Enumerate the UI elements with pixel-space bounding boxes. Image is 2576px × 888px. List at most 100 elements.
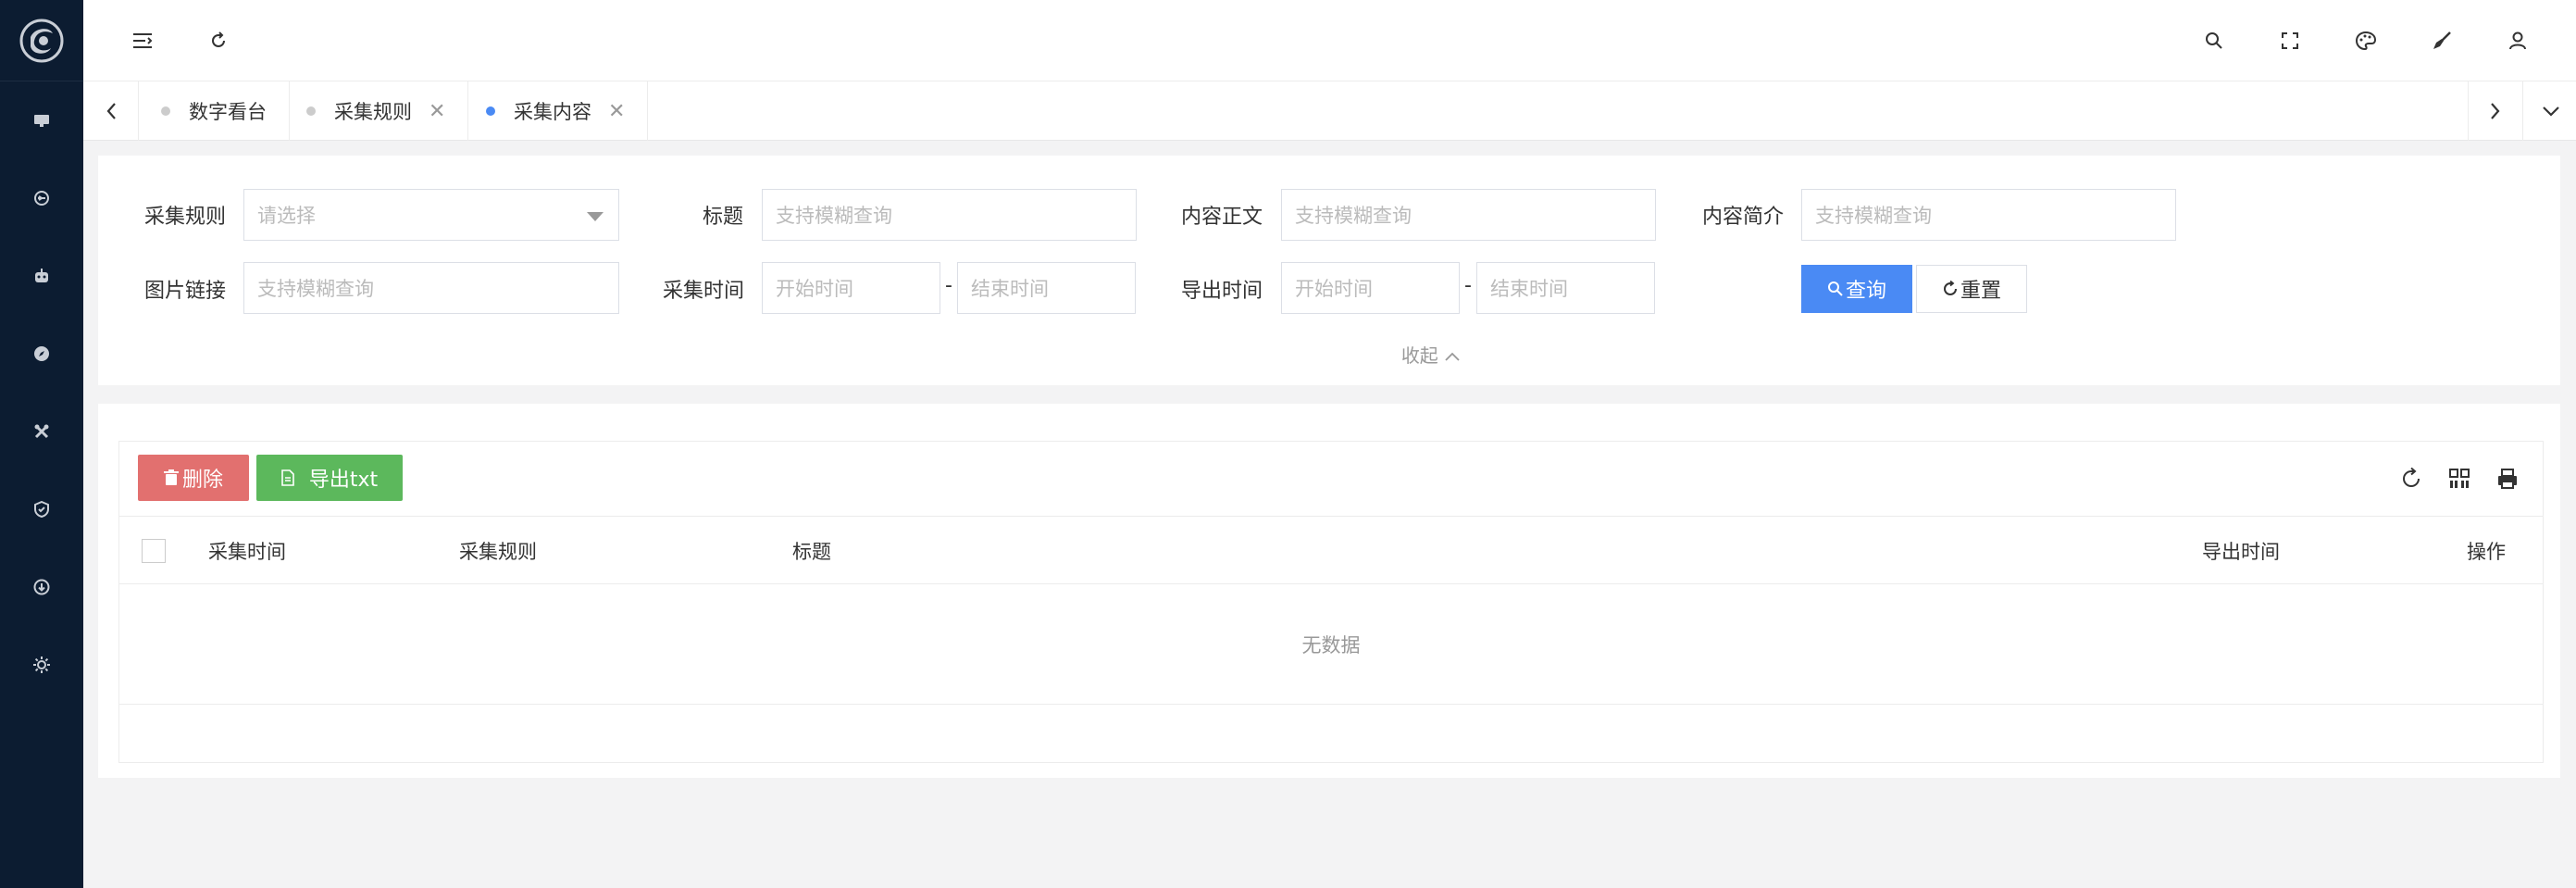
tab-collect-rules[interactable]: 采集规则 ✕: [284, 81, 469, 141]
export-txt-button[interactable]: 导出txt: [256, 455, 403, 501]
tab-status-dot: [486, 106, 495, 116]
sidebar-item-download[interactable]: [0, 569, 83, 606]
search-icon: [2206, 32, 2222, 49]
export-button-label: 导出txt: [308, 469, 379, 492]
column-header-title[interactable]: 标题: [792, 537, 831, 565]
export-end-placeholder: 结束时间: [1490, 278, 1568, 300]
caret-down-icon: [587, 212, 604, 221]
search-button[interactable]: [2196, 22, 2233, 59]
image-input-placeholder: 支持模糊查询: [257, 278, 374, 300]
collect-end-input[interactable]: 结束时间: [957, 262, 1136, 314]
query-button[interactable]: 查询: [1801, 265, 1912, 313]
sidebar-item-robot[interactable]: [0, 257, 83, 294]
tab-status-dot: [161, 106, 170, 116]
body-label: 内容正文: [1181, 206, 1263, 229]
compass-icon: [34, 346, 49, 361]
collect-icon: [34, 191, 49, 206]
columns-grid-icon: [2449, 469, 2470, 488]
image-label: 图片链接: [144, 280, 227, 303]
column-header-rule[interactable]: 采集规则: [459, 537, 537, 565]
sidebar-item-compass[interactable]: [0, 335, 83, 372]
tabs-bar: 数字看台 采集规则 ✕ 采集内容 ✕: [83, 81, 2576, 141]
print-button[interactable]: [2489, 460, 2526, 497]
close-icon[interactable]: ✕: [608, 100, 625, 123]
table-panel: 删除 导出txt 采集时间 采集规则 标题 导出时间 操作 无数据: [98, 404, 2560, 778]
gear-icon: [33, 657, 50, 673]
menu-toggle-button[interactable]: [124, 22, 161, 59]
robot-icon: [35, 269, 48, 282]
search-form-panel: 采集规则 请选择 标题 支持模糊查询 内容正文 支持模糊查询 内容简介 支持模糊…: [98, 156, 2560, 385]
table-refresh-button[interactable]: [2393, 460, 2430, 497]
column-settings-button[interactable]: [2441, 460, 2478, 497]
tools-icon: [34, 424, 49, 439]
logo-icon: [19, 19, 64, 62]
clear-cache-button[interactable]: [2423, 22, 2460, 59]
empty-state: 无数据: [119, 584, 2543, 705]
export-start-placeholder: 开始时间: [1295, 278, 1373, 300]
title-input[interactable]: 支持模糊查询: [762, 189, 1137, 241]
tab-label: 采集内容: [514, 101, 591, 123]
reset-button[interactable]: 重置: [1916, 265, 2027, 313]
tab-collect-content[interactable]: 采集内容 ✕: [464, 81, 649, 141]
tab-dashboard[interactable]: 数字看台: [139, 81, 290, 141]
export-start-input[interactable]: 开始时间: [1281, 262, 1460, 314]
user-menu-button[interactable]: [2499, 22, 2536, 59]
delete-button[interactable]: 删除: [138, 455, 249, 501]
collapse-toggle[interactable]: 收起: [1301, 341, 1561, 368]
tab-label: 采集规则: [334, 101, 412, 123]
broom-icon: [2433, 31, 2451, 49]
collect-end-placeholder: 结束时间: [971, 278, 1049, 300]
monitor-icon: [34, 115, 49, 127]
rule-label: 采集规则: [144, 206, 227, 229]
rule-select[interactable]: 请选择: [243, 189, 619, 241]
collapse-label: 收起: [1400, 344, 1438, 367]
fullscreen-icon: [2282, 32, 2298, 49]
chevron-up-icon: [1445, 352, 1460, 361]
select-all-checkbox[interactable]: [142, 539, 166, 563]
fullscreen-button[interactable]: [2271, 22, 2308, 59]
tabs-more-button[interactable]: [2523, 81, 2576, 141]
body-input-placeholder: 支持模糊查询: [1295, 205, 1412, 227]
collect-start-placeholder: 开始时间: [776, 278, 853, 300]
tabs-scroll-right-button[interactable]: [2468, 81, 2523, 141]
file-text-icon: [281, 469, 294, 486]
print-icon: [2498, 469, 2517, 489]
sidebar-item-dashboard[interactable]: [0, 102, 83, 139]
title-input-placeholder: 支持模糊查询: [776, 205, 892, 227]
summary-input[interactable]: 支持模糊查询: [1801, 189, 2176, 241]
tab-label: 数字看台: [189, 101, 267, 123]
refresh-icon: [212, 31, 225, 47]
app-logo[interactable]: [0, 0, 83, 81]
image-input[interactable]: 支持模糊查询: [243, 262, 619, 314]
sidebar-item-tools[interactable]: [0, 413, 83, 450]
table-header: 采集时间 采集规则 标题 导出时间 操作: [119, 516, 2543, 584]
column-header-collect-time[interactable]: 采集时间: [208, 537, 286, 565]
body-input[interactable]: 支持模糊查询: [1281, 189, 1656, 241]
close-icon[interactable]: ✕: [429, 100, 445, 123]
chevron-right-icon: [2491, 103, 2500, 119]
top-header: [83, 0, 2576, 81]
reset-button-label: 重置: [1960, 280, 2001, 303]
range-separator: -: [945, 274, 952, 297]
trash-icon: [163, 469, 179, 485]
sidebar-item-collect[interactable]: [0, 180, 83, 217]
query-button-label: 查询: [1845, 280, 1886, 303]
export-end-input[interactable]: 结束时间: [1476, 262, 1655, 314]
column-header-export-time[interactable]: 导出时间: [2202, 537, 2280, 565]
export-time-label: 导出时间: [1181, 280, 1263, 303]
collect-time-label: 采集时间: [663, 280, 745, 303]
sidebar-item-settings[interactable]: [0, 646, 83, 683]
summary-label: 内容简介: [1702, 206, 1785, 229]
collect-start-input[interactable]: 开始时间: [762, 262, 940, 314]
chevron-left-icon: [106, 103, 116, 119]
range-separator: -: [1464, 274, 1472, 297]
sidebar-item-security[interactable]: [0, 491, 83, 528]
tabs-scroll-left-button[interactable]: [83, 81, 139, 141]
theme-button[interactable]: [2347, 22, 2384, 59]
summary-input-placeholder: 支持模糊查询: [1815, 205, 1932, 227]
refresh-page-button[interactable]: [200, 22, 237, 59]
title-label: 标题: [703, 206, 744, 229]
search-icon: [1827, 281, 1843, 296]
menu-fold-icon: [133, 33, 153, 48]
empty-text: 无数据: [1301, 633, 1361, 657]
